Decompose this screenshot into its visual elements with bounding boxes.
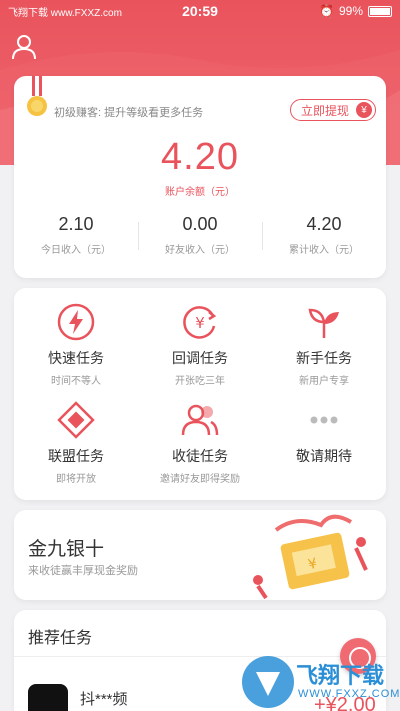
stat-label: 今日收入（元）: [41, 245, 111, 256]
promo-subtitle: 来收徒赢丰厚现金奖励: [28, 565, 138, 577]
status-bar: 飞翔下载 www.FXXZ.com 20:59 ⏰ 99%: [0, 0, 400, 22]
task-title: 新手任务: [296, 350, 352, 366]
app-icon[interactable]: [28, 684, 68, 711]
task-alliance[interactable]: 联盟任务 即将开放: [14, 396, 138, 494]
task-title: 联盟任务: [48, 448, 104, 464]
level-text: 初级赚客: 提升等级看更多任务: [54, 107, 204, 119]
withdraw-button[interactable]: 立即提现 ¥: [289, 99, 376, 121]
status-time: 20:59: [182, 3, 218, 19]
svg-text:¥: ¥: [195, 314, 205, 332]
task-title: 敬请期待: [296, 448, 352, 464]
task-title: 快速任务: [48, 350, 104, 366]
lightning-icon: [57, 303, 95, 341]
status-carrier: 飞翔下载 www.FXXZ.com: [8, 7, 122, 19]
stat-total: 4.20 累计收入（元）: [262, 214, 386, 256]
task-subtitle: 即将开放: [56, 474, 96, 485]
stat-label: 累计收入（元）: [289, 245, 359, 256]
status-right: ⏰ 99%: [319, 4, 392, 18]
task-subtitle: 新用户专享: [299, 376, 349, 387]
watermark-url: WWW.FXXZ.COM: [298, 688, 400, 700]
promo-banner[interactable]: 金九银十 来收徒赢丰厚现金奖励 ¥: [14, 510, 386, 600]
battery-icon: [368, 5, 392, 17]
task-apprentice[interactable]: 收徒任务 邀请好友即得奖励: [138, 396, 262, 494]
task-coming-soon: 敬请期待: [262, 396, 386, 494]
stat-value: 4.20: [306, 214, 342, 234]
tasks-card: 快速任务 时间不等人 ¥ 回调任务 开张吃三年 新手任务 新用户专享 联盟任务 …: [14, 288, 386, 500]
user-profile-icon[interactable]: [12, 34, 36, 60]
task-subtitle: 开张吃三年: [175, 376, 225, 387]
medal-icon: [27, 76, 47, 116]
balance-label: 账户余额（元）: [165, 187, 235, 198]
task-callback[interactable]: ¥ 回调任务 开张吃三年: [138, 298, 262, 396]
stat-value: 0.00: [182, 214, 218, 234]
yen-refresh-icon: ¥: [183, 306, 217, 339]
task-title: 回调任务: [172, 350, 228, 366]
income-stats: 2.10 今日收入（元） 0.00 好友收入（元） 4.20 累计收入（元）: [14, 214, 386, 256]
stat-today: 2.10 今日收入（元）: [14, 214, 138, 256]
battery-percent: 99%: [338, 4, 363, 18]
people-icon: [181, 404, 219, 436]
balance-card: 初级赚客: 提升等级看更多任务 立即提现 ¥ 4.20 账户余额（元） 2.10…: [14, 76, 386, 278]
gift-box-illustration: ¥: [253, 514, 368, 600]
task-subtitle: 时间不等人: [51, 376, 101, 387]
stat-friends: 0.00 好友收入（元）: [138, 214, 262, 256]
withdraw-label: 立即提现: [300, 103, 349, 118]
task-title: 收徒任务: [172, 448, 228, 464]
task-subtitle: 邀请好友即得奖励: [160, 474, 240, 485]
sprout-icon: [308, 308, 339, 338]
watermark-brand: 飞翔下载: [296, 663, 385, 688]
diamond-icon: [57, 401, 95, 439]
task-quick[interactable]: 快速任务 时间不等人: [14, 298, 138, 396]
stat-value: 2.10: [58, 214, 94, 234]
balance-amount: 4.20: [161, 136, 239, 178]
recommend-title: 推荐任务: [28, 630, 93, 647]
stat-label: 好友收入（元）: [165, 245, 235, 256]
more-dots-icon: [310, 416, 338, 424]
alarm-icon: ⏰: [319, 4, 334, 18]
app-name[interactable]: 抖***频: [80, 688, 128, 709]
task-newbie[interactable]: 新手任务 新用户专享: [262, 298, 386, 396]
promo-title: 金九银十: [28, 539, 105, 560]
yen-icon: ¥: [356, 102, 372, 118]
